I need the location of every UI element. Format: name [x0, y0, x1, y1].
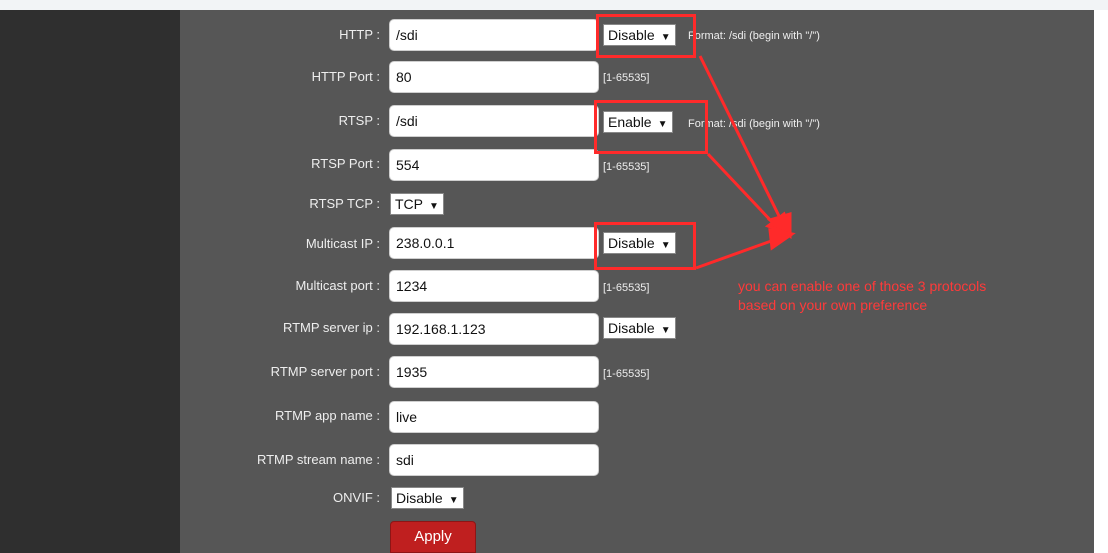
multicast-arrow-line [695, 238, 775, 270]
multicast-arrowhead [768, 228, 796, 251]
annotation-note: you can enable one of those 3 protocols … [738, 277, 1078, 315]
annotation-line-2: based on your own preference [738, 297, 928, 313]
http-arrow-line [698, 55, 782, 219]
annotation-line-1: you can enable one of those 3 protocols [738, 278, 987, 294]
